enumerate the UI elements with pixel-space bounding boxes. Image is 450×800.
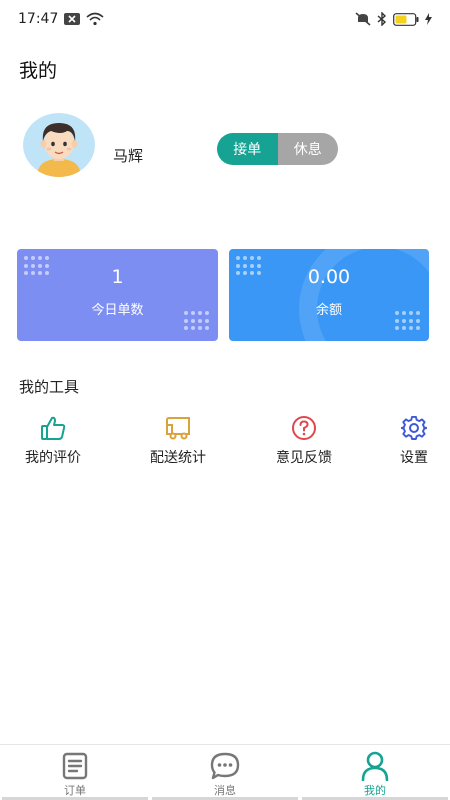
tool-settings[interactable]: 设置 xyxy=(396,414,432,467)
mute-icon xyxy=(355,12,371,26)
bluetooth-icon xyxy=(377,12,387,26)
nav-label: 订单 xyxy=(64,784,86,797)
wifi-icon xyxy=(86,12,104,26)
status-bar: 17:47 xyxy=(0,0,450,38)
avatar[interactable] xyxy=(23,113,95,177)
gear-icon xyxy=(400,414,428,442)
notification-x-icon xyxy=(64,13,81,25)
tool-label: 意见反馈 xyxy=(276,450,332,466)
avatar-boy-icon xyxy=(23,113,95,177)
nav-label: 我的 xyxy=(364,784,386,797)
balance-value: 0.00 xyxy=(307,266,351,288)
balance-card[interactable]: 0.00 余额 xyxy=(229,249,429,341)
toggle-rest[interactable]: 休息 xyxy=(277,133,338,165)
document-icon xyxy=(60,751,90,781)
today-orders-label: 今日单数 xyxy=(91,303,144,318)
toggle-accept-orders[interactable]: 接单 xyxy=(217,133,278,165)
tool-label: 我的评价 xyxy=(25,450,81,466)
tool-delivery-stats[interactable]: 配送统计 xyxy=(146,414,210,467)
delivery-truck-icon xyxy=(164,414,192,442)
user-name: 马辉 xyxy=(113,147,144,165)
page-title: 我的 xyxy=(19,60,58,82)
today-orders-value: 1 xyxy=(111,266,124,288)
charging-icon xyxy=(425,13,432,25)
work-status-toggle[interactable]: 接单 休息 xyxy=(217,133,338,165)
nav-label: 消息 xyxy=(214,784,236,797)
bottom-nav: 订单 消息 我的 xyxy=(0,744,450,800)
tools-section-title: 我的工具 xyxy=(19,378,80,396)
status-time: 17:47 xyxy=(18,11,59,27)
nav-item-messages[interactable]: 消息 xyxy=(150,745,300,800)
chat-bubble-icon xyxy=(210,751,240,781)
today-orders-card[interactable]: 1 今日单数 xyxy=(17,249,218,341)
nav-item-mine[interactable]: 我的 xyxy=(300,745,450,800)
tool-my-reviews[interactable]: 我的评价 xyxy=(22,414,84,467)
nav-item-orders[interactable]: 订单 xyxy=(0,745,150,800)
tool-label: 设置 xyxy=(400,450,428,466)
question-circle-icon xyxy=(290,414,318,442)
tool-label: 配送统计 xyxy=(150,450,206,466)
thumbs-up-icon xyxy=(39,414,67,442)
tool-feedback[interactable]: 意见反馈 xyxy=(272,414,336,467)
battery-icon xyxy=(393,12,419,26)
balance-label: 余额 xyxy=(315,303,342,318)
person-icon xyxy=(360,751,390,781)
